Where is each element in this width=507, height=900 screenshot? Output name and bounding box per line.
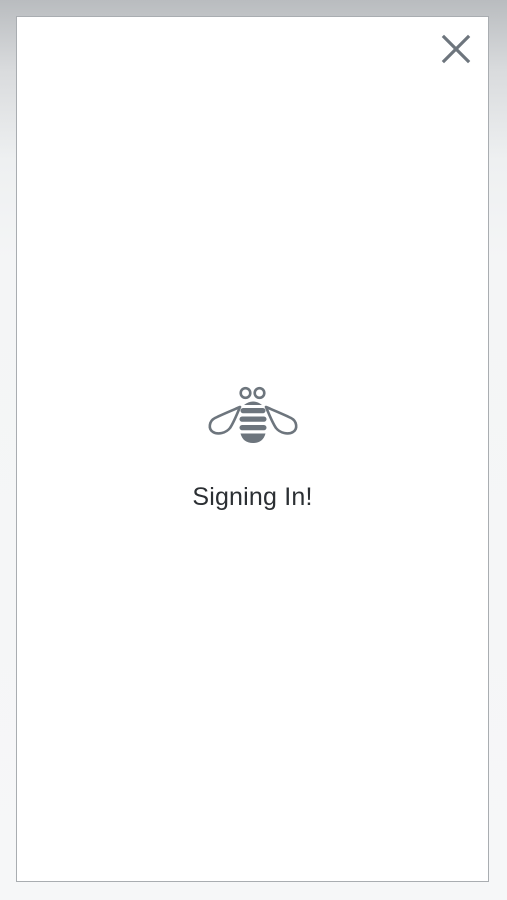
close-icon xyxy=(441,34,471,64)
sign-in-dialog: Signing In! xyxy=(16,16,489,882)
backdrop-right xyxy=(491,0,507,900)
close-button[interactable] xyxy=(438,31,474,67)
loading-indicator: Signing In! xyxy=(17,383,488,510)
bee-icon xyxy=(208,386,297,443)
status-text: Signing In! xyxy=(192,483,313,511)
backdrop-left xyxy=(0,0,16,900)
